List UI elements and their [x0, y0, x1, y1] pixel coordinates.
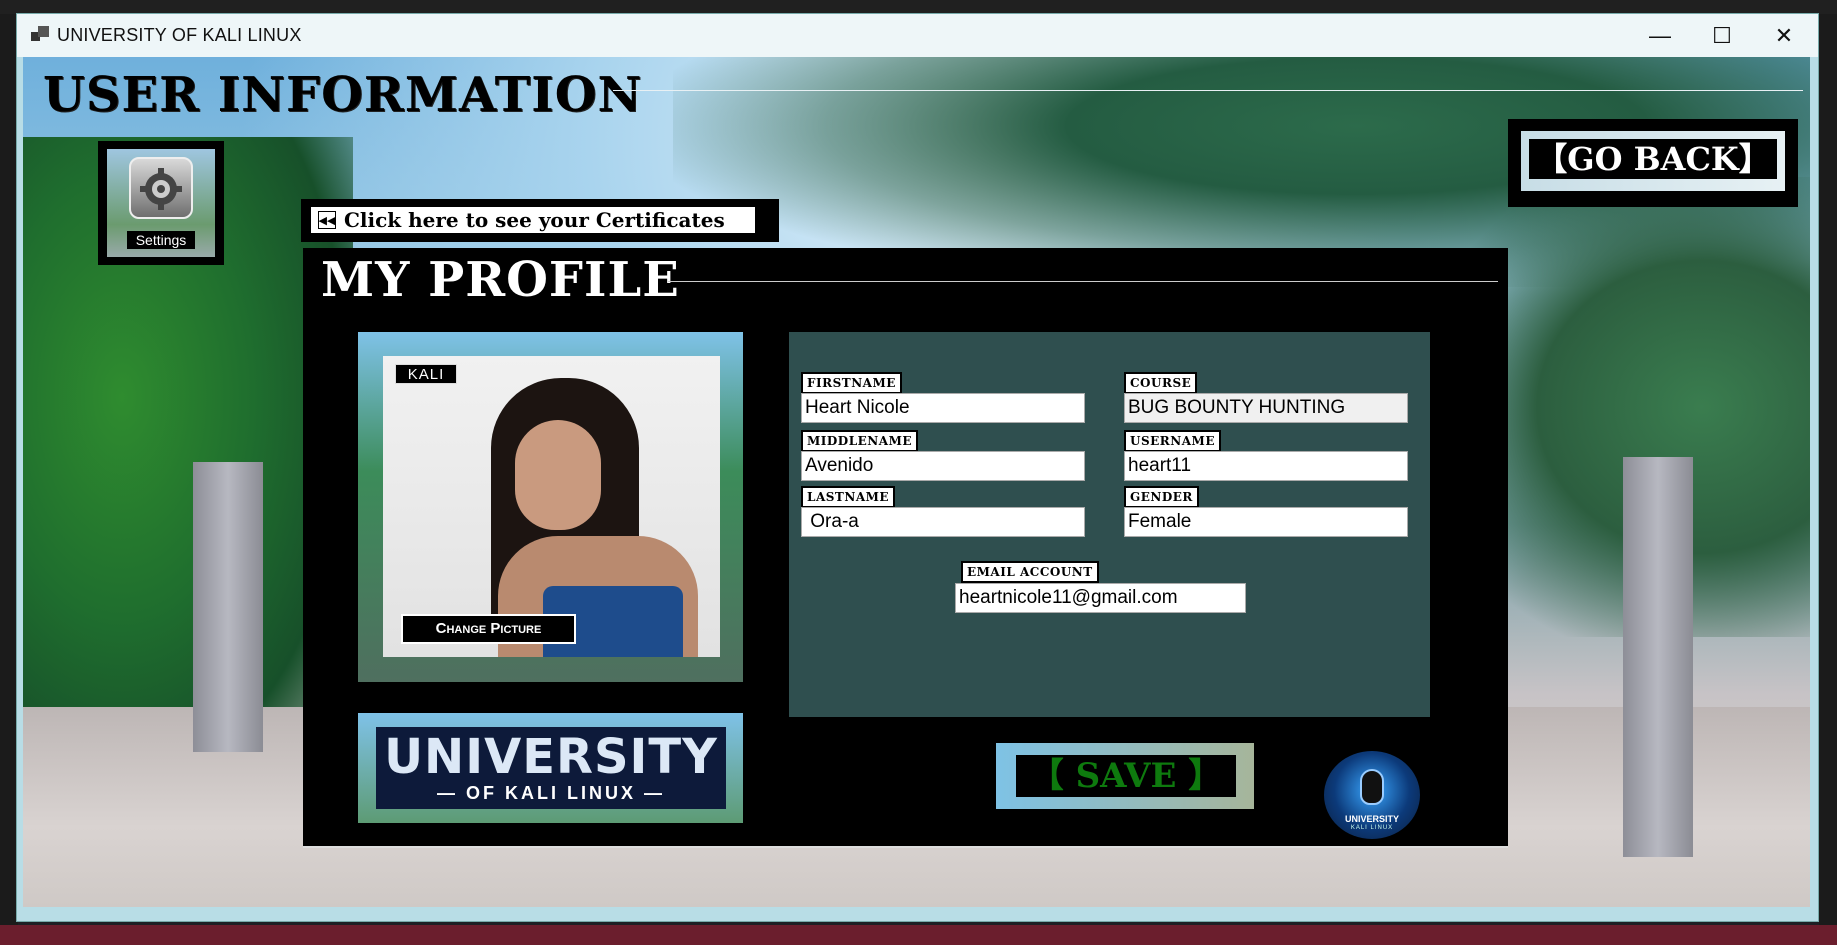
photo-badge: KALI [395, 364, 457, 384]
profile-panel: MY PROFILE KALI Change Picture UNIVERSIT… [303, 248, 1508, 848]
emblem-sub-text: KALI LINUX [1350, 825, 1394, 831]
maximize-button[interactable]: ☐ [1691, 14, 1753, 57]
certificates-link-label: Click here to see your Certificates [344, 208, 725, 232]
profile-form: FIRSTNAME MIDDLENAME LASTNAME COURSE USE… [789, 332, 1430, 717]
minimize-button[interactable]: — [1629, 14, 1691, 57]
go-back-label: 【GO BACK】 [1529, 139, 1777, 179]
username-label: USERNAME [1124, 430, 1221, 452]
save-button[interactable]: 【 SAVE 】 [996, 743, 1254, 809]
firstname-label: FIRSTNAME [801, 372, 902, 394]
desktop-top-strip [0, 0, 1837, 14]
firstname-field[interactable] [801, 393, 1085, 423]
app-window: UNIVERSITY OF KALI LINUX — ☐ ✕ USER INFO… [16, 13, 1819, 922]
divider [613, 90, 1803, 91]
window-title: UNIVERSITY OF KALI LINUX [57, 25, 302, 45]
settings-button[interactable]: Settings [98, 141, 224, 265]
page-title: USER INFORMATION [43, 67, 643, 123]
course-field[interactable] [1124, 393, 1408, 423]
gender-field[interactable] [1124, 507, 1408, 537]
change-picture-button[interactable]: Change Picture [401, 614, 576, 644]
go-back-button[interactable]: 【GO BACK】 [1508, 119, 1798, 207]
certificates-link[interactable]: ◀◀ Click here to see your Certificates [301, 199, 779, 242]
middlename-field[interactable] [801, 451, 1085, 481]
profile-title: MY PROFILE [321, 252, 680, 308]
client-area: USER INFORMATION Settings ◀◀ Click here … [23, 57, 1810, 907]
lastname-label: LASTNAME [801, 486, 896, 508]
email-field[interactable] [955, 583, 1246, 613]
course-label: COURSE [1124, 372, 1198, 394]
username-field[interactable] [1124, 451, 1408, 481]
app-window-icon [31, 26, 49, 44]
settings-label: Settings [127, 231, 195, 249]
gender-label: GENDER [1124, 486, 1199, 508]
middlename-label: MIDDLENAME [801, 430, 919, 452]
desktop-taskbar [0, 925, 1837, 945]
divider [668, 281, 1498, 282]
profile-picture-frame: KALI Change Picture [358, 332, 743, 682]
university-emblem: UNIVERSITY KALI LINUX [1324, 751, 1420, 839]
email-label: EMAIL ACCOUNT [961, 561, 1099, 583]
logo-sub-text: — OF KALI LINUX — [437, 783, 665, 803]
rewind-icon: ◀◀ [318, 211, 336, 229]
logo-main-text: UNIVERSITY [384, 729, 718, 785]
background-lantern [193, 462, 263, 752]
penguin-icon [1360, 769, 1384, 805]
background-lantern [1623, 457, 1693, 857]
save-label: 【 SAVE 】 [1016, 755, 1236, 797]
lastname-field[interactable] [801, 507, 1085, 537]
desktop-right-strip [1819, 14, 1837, 945]
emblem-text: UNIVERSITY [1344, 814, 1399, 824]
profile-picture: KALI Change Picture [383, 356, 720, 657]
title-bar[interactable]: UNIVERSITY OF KALI LINUX — ☐ ✕ [17, 14, 1818, 57]
university-logo: UNIVERSITY — OF KALI LINUX — [358, 713, 743, 823]
gear-icon [129, 157, 193, 219]
close-button[interactable]: ✕ [1753, 14, 1815, 57]
